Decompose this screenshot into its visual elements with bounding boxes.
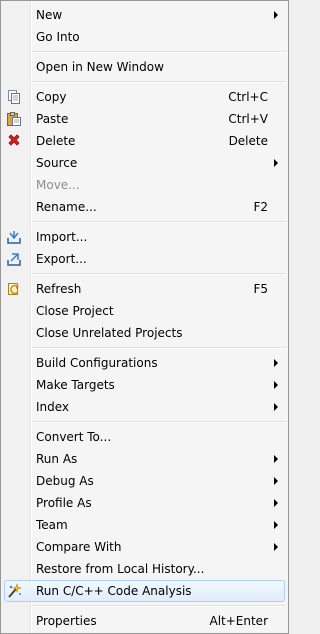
submenu-arrow-icon	[274, 381, 278, 389]
submenu-arrow-icon	[274, 455, 278, 463]
menu-separator	[1, 270, 288, 278]
menu-label: Go Into	[36, 30, 80, 44]
menu-label: Team	[36, 518, 68, 532]
menu-label: Open in New Window	[36, 60, 164, 74]
menu-label: Refresh	[36, 282, 82, 296]
menu-label: Copy	[36, 90, 67, 104]
submenu-arrow-icon	[274, 359, 278, 367]
menu-item-build-configurations[interactable]: Build Configurations	[1, 352, 288, 374]
menu-separator	[1, 78, 288, 86]
menu-item-run-code-analysis[interactable]: Run C/C++ Code Analysis	[3, 580, 286, 602]
menu-label: Delete	[36, 134, 76, 148]
menu-item-go-into[interactable]: Go Into	[1, 26, 288, 48]
menu-shortcut: Alt+Enter	[209, 614, 268, 628]
refresh-icon	[6, 281, 22, 297]
menu-item-delete[interactable]: Delete Delete	[1, 130, 288, 152]
menu-item-properties[interactable]: Properties Alt+Enter	[1, 610, 288, 632]
paste-icon	[6, 111, 22, 127]
code-analysis-wand-icon	[6, 583, 22, 599]
menu-item-compare-with[interactable]: Compare With	[1, 536, 288, 558]
menu-label: Source	[36, 156, 78, 170]
menu-label: Compare With	[36, 540, 122, 554]
menu-shortcut: Ctrl+V	[228, 112, 268, 126]
submenu-arrow-icon	[274, 403, 278, 411]
menu-item-convert-to[interactable]: Convert To...	[1, 426, 288, 448]
menu-item-profile-as[interactable]: Profile As	[1, 492, 288, 514]
menu-item-move: Move...	[1, 174, 288, 196]
export-icon	[6, 251, 22, 267]
submenu-arrow-icon	[274, 477, 278, 485]
menu-item-restore-from-local-history[interactable]: Restore from Local History...	[1, 558, 288, 580]
menu-item-copy[interactable]: Copy Ctrl+C	[1, 86, 288, 108]
menu-item-source[interactable]: Source	[1, 152, 288, 174]
menu-shortcut: Ctrl+C	[228, 90, 268, 104]
menu-label: Rename...	[36, 200, 97, 214]
menu-label: Index	[36, 400, 70, 414]
copy-icon	[6, 89, 22, 105]
submenu-arrow-icon	[274, 11, 278, 19]
menu-label: Import...	[36, 230, 88, 244]
context-menu: New Go Into Open in New Window Copy Ctrl…	[0, 0, 289, 634]
menu-label: Close Unrelated Projects	[36, 326, 183, 340]
menu-label: Export...	[36, 252, 87, 266]
menu-separator	[1, 344, 288, 352]
menu-label: Make Targets	[36, 378, 115, 392]
submenu-arrow-icon	[274, 521, 278, 529]
menu-shortcut: Delete	[228, 134, 268, 148]
submenu-arrow-icon	[274, 499, 278, 507]
menu-item-close-project[interactable]: Close Project	[1, 300, 288, 322]
import-icon	[6, 229, 22, 245]
menu-item-team[interactable]: Team	[1, 514, 288, 536]
menu-item-close-unrelated-projects[interactable]: Close Unrelated Projects	[1, 322, 288, 344]
menu-label: Run C/C++ Code Analysis	[36, 584, 192, 598]
menu-item-new[interactable]: New	[1, 4, 288, 26]
menu-label: Close Project	[36, 304, 114, 318]
menu-label: Profile As	[36, 496, 92, 510]
menu-item-refresh[interactable]: Refresh F5	[1, 278, 288, 300]
menu-item-paste[interactable]: Paste Ctrl+V	[1, 108, 288, 130]
delete-icon	[6, 133, 22, 149]
menu-item-debug-as[interactable]: Debug As	[1, 470, 288, 492]
menu-shortcut: F2	[253, 200, 268, 214]
menu-label: Build Configurations	[36, 356, 158, 370]
menu-label: Convert To...	[36, 430, 112, 444]
menu-shortcut: F5	[253, 282, 268, 296]
menu-item-export[interactable]: Export...	[1, 248, 288, 270]
menu-separator	[1, 602, 288, 610]
menu-label: Move...	[36, 178, 80, 192]
menu-separator	[1, 48, 288, 56]
menu-item-make-targets[interactable]: Make Targets	[1, 374, 288, 396]
menu-item-rename[interactable]: Rename... F2	[1, 196, 288, 218]
menu-label: Restore from Local History...	[36, 562, 205, 576]
menu-label: Debug As	[36, 474, 94, 488]
menu-item-open-in-new-window[interactable]: Open in New Window	[1, 56, 288, 78]
menu-separator	[1, 418, 288, 426]
menu-label: Properties	[36, 614, 97, 628]
menu-item-import[interactable]: Import...	[1, 226, 288, 248]
menu-item-index[interactable]: Index	[1, 396, 288, 418]
submenu-arrow-icon	[274, 159, 278, 167]
menu-item-run-as[interactable]: Run As	[1, 448, 288, 470]
menu-label: Paste	[36, 112, 69, 126]
menu-label: Run As	[36, 452, 78, 466]
submenu-arrow-icon	[274, 543, 278, 551]
menu-separator	[1, 218, 288, 226]
menu-label: New	[36, 8, 63, 22]
